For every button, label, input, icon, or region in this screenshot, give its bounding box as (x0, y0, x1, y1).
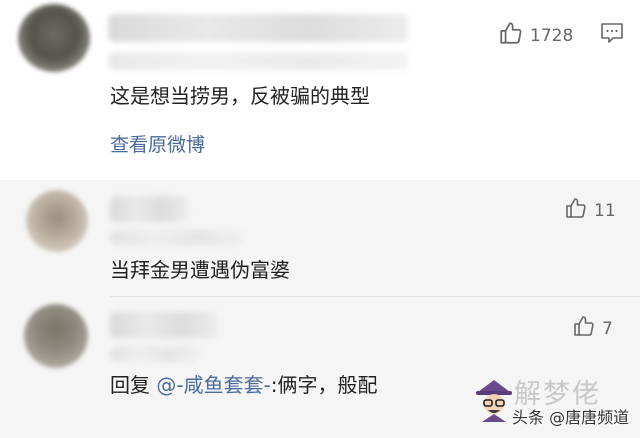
like-button[interactable]: 1728 (498, 20, 573, 51)
thumbs-up-icon (564, 196, 588, 225)
like-button[interactable]: 7 (572, 314, 613, 343)
avatar[interactable] (26, 190, 88, 252)
like-count: 1728 (530, 25, 574, 46)
like-button[interactable]: 11 (564, 196, 616, 225)
avatar[interactable] (18, 4, 90, 72)
thumbs-up-icon (572, 314, 596, 343)
thumbs-up-icon (498, 20, 524, 51)
reply-text: 当拜金男遭遇伪富婆 (110, 258, 290, 282)
username[interactable] (110, 312, 218, 338)
view-original-link[interactable]: 查看原微博 (110, 131, 205, 159)
username-meta (110, 230, 244, 246)
divider (110, 296, 640, 297)
username[interactable] (110, 196, 188, 222)
watermark-credit: 头条 @唐唐频道 (512, 408, 630, 427)
reply-prefix: 回复 (110, 373, 150, 397)
mention-link[interactable]: @-咸鱼套套- (156, 373, 270, 397)
detective-logo-icon (474, 376, 514, 428)
reply-body: :俩字，般配 (270, 373, 378, 397)
comment-text: 这是想当捞男，反被骗的典型 (110, 84, 370, 108)
comment-icon[interactable] (600, 22, 624, 48)
like-count: 11 (594, 200, 616, 221)
watermark: 解梦佬 头条 @唐唐频道 (472, 372, 640, 438)
username-meta (110, 346, 200, 362)
username[interactable] (108, 14, 408, 42)
username-meta (108, 52, 408, 70)
main-comment: 1728 这是想当捞男，反被骗的典型 查看原微博 (0, 0, 640, 180)
like-count: 7 (602, 318, 613, 339)
avatar[interactable] (24, 304, 88, 368)
reply-text: 回复 @-咸鱼套套-:俩字，般配 (110, 371, 378, 399)
